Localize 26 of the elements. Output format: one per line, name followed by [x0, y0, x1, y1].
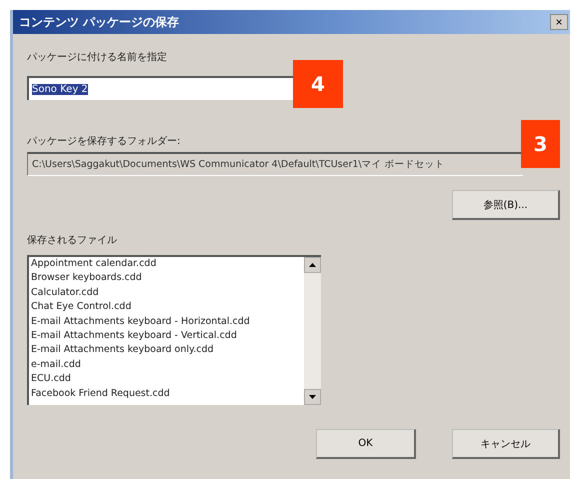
- scroll-up-icon[interactable]: [309, 263, 316, 267]
- field-value: Sono Key 2: [32, 84, 88, 94]
- annotation-badge: 3: [521, 120, 560, 168]
- folder-label: パッケージを保存するフォルダー:: [27, 135, 182, 148]
- field-label: パッケージに付ける名前を指定: [27, 50, 168, 64]
- file-list-item[interactable]: E-mail Attachments keyboard - Vertical.cdd: [31, 329, 304, 344]
- scroll-bar[interactable]: [304, 257, 321, 405]
- file-list-item[interactable]: Browser keyboards.cdd: [31, 271, 304, 286]
- file-list-item[interactable]: Chat Eye Control.cdd: [31, 300, 304, 315]
- file-list-item[interactable]: Calculator.cdd: [31, 286, 304, 300]
- files-label: 保存されるファイル: [27, 235, 117, 246]
- folder-path-field: C:\Users\Saggakut\Documents\WS Communicator 4\Default\TCUser1\マイ ボードセット: [27, 152, 523, 176]
- file-list-item[interactable]: E-mail Attachments keyboard only.cdd: [31, 343, 304, 358]
- browse-button[interactable]: 参照(B)...: [452, 190, 560, 220]
- ok-button[interactable]: OK: [316, 429, 416, 459]
- scroll-down-icon[interactable]: [309, 395, 316, 399]
- file-list-item[interactable]: Facebook Friend Request.cdd: [31, 386, 304, 402]
- window-title: コンテンツ パッケージの保存: [19, 14, 180, 30]
- file-list-item[interactable]: ECU.cdd: [31, 372, 304, 387]
- cancel-button[interactable]: キャンセル: [452, 429, 560, 459]
- file-list-item[interactable]: e-mail.cdd: [31, 358, 304, 372]
- file-list-item[interactable]: Appointment calendar.cdd: [31, 257, 304, 272]
- close-button[interactable]: ×: [550, 14, 568, 30]
- file-list-item[interactable]: E-mail Attachments keyboard - Horizontal.cdd: [31, 314, 304, 330]
- input-field[interactable]: Sono Key 2: [27, 76, 293, 100]
- annotation-badge: 4: [293, 60, 343, 108]
